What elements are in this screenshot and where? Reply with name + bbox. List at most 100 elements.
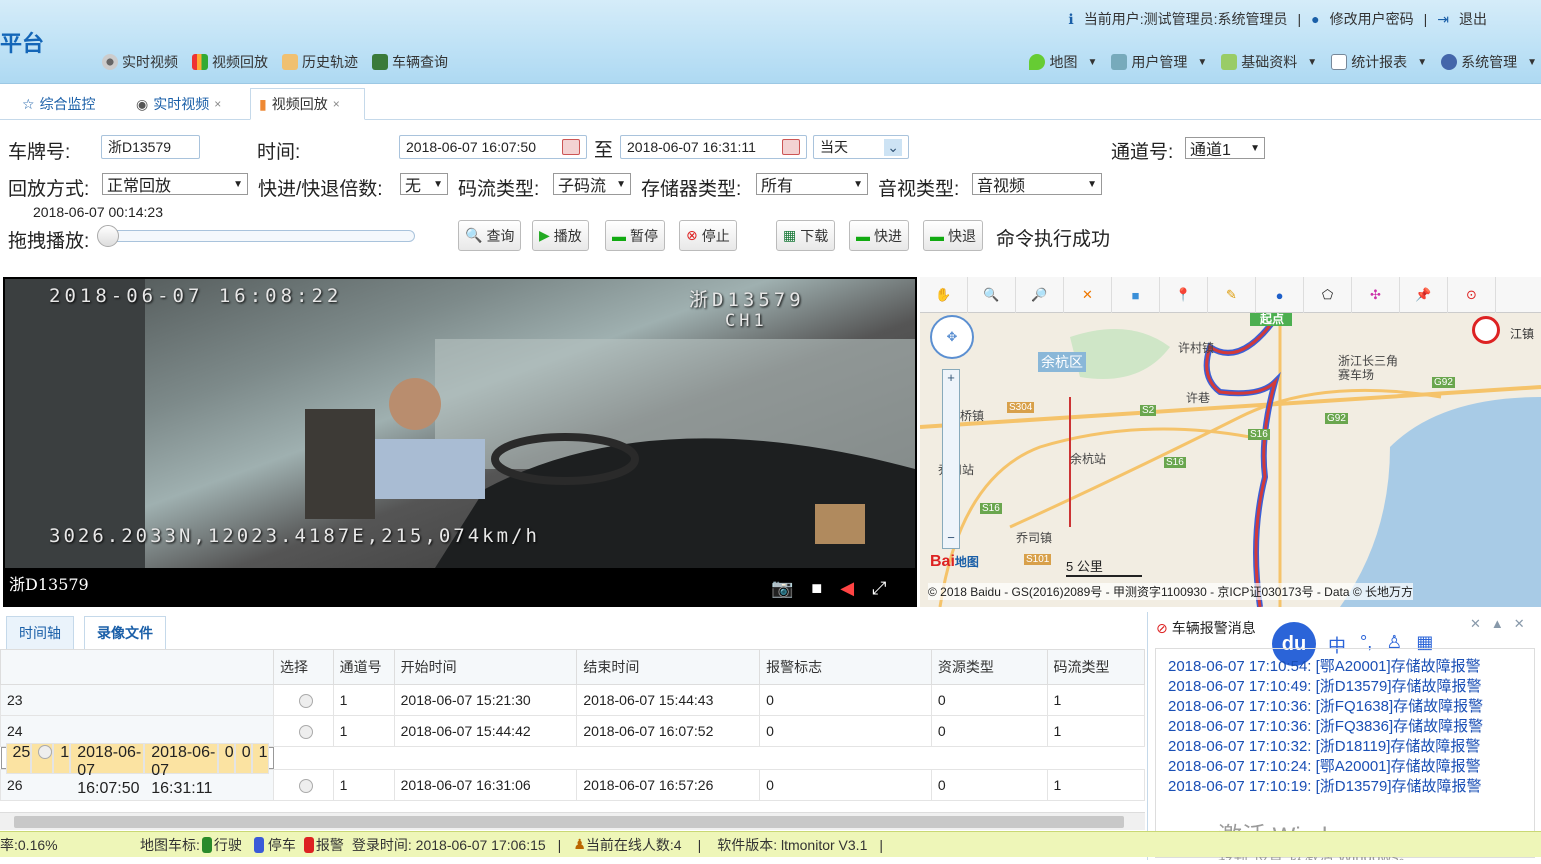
collapse-icon[interactable]: ▲ — [1491, 616, 1504, 632]
pin-icon[interactable]: 📌 — [1400, 277, 1448, 313]
hand-pan-icon[interactable]: ✋ — [920, 277, 968, 313]
column-header[interactable]: 结束时间 — [576, 649, 761, 685]
tab-record-files[interactable]: 录像文件 — [84, 616, 166, 649]
alarm-entry[interactable]: 2018-06-07 17:10:19: [浙D13579]存储故障报警 — [1168, 777, 1534, 797]
av-type-select[interactable]: 音视频 ▼ — [972, 173, 1102, 195]
tab-overview[interactable]: ☆ 综合监控 — [14, 88, 126, 120]
nav-video-playback[interactable]: 视频回放 — [192, 52, 268, 72]
close-icon[interactable]: × — [333, 97, 340, 111]
column-header[interactable]: 通道号 — [332, 649, 395, 685]
row-radio[interactable] — [273, 684, 334, 716]
zoom-in-tool-icon[interactable]: 🔎 — [1016, 277, 1064, 313]
nav-stats-report[interactable]: 统计报表 ▼ — [1331, 52, 1427, 72]
end-time-input[interactable]: 2018-06-07 16:31:11 — [620, 135, 807, 159]
camera-icon[interactable]: 📷 — [771, 578, 793, 599]
measure-icon[interactable]: ✕ — [1064, 277, 1112, 313]
query-button[interactable]: 🔍 查询 — [458, 220, 522, 251]
forward-button[interactable]: ▬ 快进 — [849, 220, 909, 251]
truck-icon — [372, 54, 388, 70]
alarm-entry[interactable]: 2018-06-07 17:10:36: [浙FQ1638]存储故障报警 — [1168, 697, 1534, 717]
drag-slider[interactable] — [97, 225, 415, 247]
nav-vehicle-query[interactable]: 车辆查询 — [372, 52, 448, 72]
nav-realtime-video[interactable]: 实时视频 — [102, 52, 178, 72]
tab-timeline[interactable]: 时间轴 — [6, 616, 74, 649]
nav-history-track[interactable]: 历史轨迹 — [282, 52, 358, 72]
column-header[interactable]: 报警标志 — [759, 649, 932, 685]
channel-select[interactable]: 通道1 ▼ — [1185, 137, 1265, 159]
mute-icon[interactable]: ◀ — [840, 578, 854, 599]
fullscreen-icon[interactable]: ⤢ — [872, 578, 886, 599]
end-time-cell: 2018-06-07 16:31:11 — [144, 742, 218, 797]
horizontal-scrollbar[interactable] — [0, 812, 1145, 830]
speed-select[interactable]: 无 ▼ — [400, 173, 448, 195]
stream-select[interactable]: 子码流 ▼ — [553, 173, 631, 195]
alarm-entry[interactable]: 2018-06-07 17:10:49: [浙D13579]存储故障报警 — [1168, 677, 1534, 697]
alarm-entry[interactable]: 2018-06-07 17:10:24: [鄂A20001]存储故障报警 — [1168, 757, 1534, 777]
chevron-down-icon: ▼ — [1250, 142, 1260, 154]
legend-moving: 行驶 — [213, 836, 242, 853]
change-password-link[interactable]: 修改用户密码 — [1330, 9, 1414, 29]
zoom-slider[interactable]: + − — [942, 369, 960, 549]
status-bar: 率:0.16% 地图车标: 行驶 停车 报警 登录时间: 2018-06-07 … — [0, 831, 1541, 857]
row-radio[interactable] — [273, 715, 334, 747]
rewind-button[interactable]: ▬ 快退 — [923, 220, 983, 251]
start-time-cell: 2018-06-07 15:21:30 — [393, 684, 578, 716]
nav-map[interactable]: 地图 ▼ — [1029, 52, 1097, 72]
column-header[interactable]: 选择 — [273, 649, 334, 685]
record-button[interactable] — [1472, 316, 1500, 344]
playback-mode-select[interactable]: 正常回放 ▼ — [102, 173, 248, 195]
nav-system-manage[interactable]: 系统管理 ▼ — [1441, 52, 1537, 72]
route-icon[interactable]: ✣ — [1352, 277, 1400, 313]
row-radio[interactable] — [273, 769, 334, 801]
map-panel[interactable]: 起点 余杭区 许村镇 许巷 浙江长三角 赛车场 余杭站 乔司站 乔司镇 桥镇 S… — [920, 277, 1541, 607]
alarm-entry[interactable]: 2018-06-07 17:10:36: [浙FQ3836]存储故障报警 — [1168, 717, 1534, 737]
radio-button[interactable] — [299, 779, 314, 794]
download-button[interactable]: ▦ 下载 — [776, 220, 836, 251]
range-select[interactable]: 当天 ⌄ — [813, 135, 909, 159]
zoom-in-icon[interactable]: + — [943, 370, 959, 388]
column-header[interactable]: 资源类型 — [930, 649, 1048, 685]
query-label: 查询 — [486, 227, 515, 244]
rectangle-icon[interactable]: ■ — [1112, 277, 1160, 313]
start-time-input[interactable]: 2018-06-07 16:07:50 — [399, 135, 587, 159]
calendar-icon[interactable] — [562, 139, 580, 155]
close-icon[interactable]: ✕ — [1470, 616, 1481, 632]
row-radio[interactable] — [31, 742, 54, 774]
polygon-icon[interactable]: ⬠ — [1304, 277, 1352, 313]
download-label: 下载 — [800, 227, 829, 244]
zoom-out-icon[interactable]: − — [943, 530, 959, 548]
alarm-entry[interactable]: 2018-06-07 17:10:32: [浙D18119]存储故障报警 — [1168, 737, 1534, 757]
storage-select[interactable]: 所有 ▼ — [756, 173, 868, 195]
stop-button[interactable]: ⊗ 停止 — [679, 220, 737, 251]
calendar-icon[interactable] — [782, 139, 800, 155]
column-header[interactable]: 开始时间 — [393, 649, 578, 685]
stop-square-icon[interactable]: ■ — [811, 578, 822, 599]
pause-button[interactable]: ▬ 暂停 — [605, 220, 665, 251]
circle-icon[interactable]: ● — [1256, 277, 1304, 313]
zoom-out-tool-icon[interactable]: 🔍 — [968, 277, 1016, 313]
record-icon[interactable]: ⊙ — [1448, 277, 1496, 313]
slider-thumb[interactable] — [97, 225, 119, 247]
play-button[interactable]: ▶ 播放 — [532, 220, 589, 251]
nav-basic-data[interactable]: 基础资料 ▼ — [1221, 52, 1317, 72]
nav-user-manage[interactable]: 用户管理 ▼ — [1111, 52, 1207, 72]
map-pin-icon — [1029, 54, 1046, 70]
radio-button[interactable] — [38, 745, 53, 760]
close-icon[interactable]: × — [214, 97, 221, 111]
table-row[interactable]: 25 1 2018-06-07 16:07:50 2018-06-07 16:31:1… — [0, 742, 274, 797]
tab-realtime-video[interactable]: ◉ 实时视频 × — [128, 88, 246, 120]
map-pan-control[interactable]: ✥ — [930, 315, 974, 359]
alarm-entry[interactable]: 2018-06-07 17:10:54: [鄂A20001]存储故障报警 — [1168, 657, 1534, 677]
edit-icon[interactable]: ✎ — [1208, 277, 1256, 313]
radio-button[interactable] — [299, 694, 314, 709]
logout-link[interactable]: 退出 — [1459, 9, 1487, 29]
add-marker-icon[interactable]: 📍 — [1160, 277, 1208, 313]
radio-button[interactable] — [299, 725, 314, 740]
start-time-cell: 2018-06-07 16:31:06 — [393, 769, 578, 801]
table-row[interactable]: 23 1 2018-06-07 15:21:30 2018-06-07 15:44:4… — [0, 684, 1145, 716]
scroll-thumb[interactable] — [14, 816, 1124, 828]
tab-video-playback[interactable]: ▮ 视频回放 × — [250, 88, 365, 120]
plate-input[interactable]: 浙D13579 — [101, 135, 200, 159]
close-icon[interactable]: ✕ — [1514, 616, 1525, 632]
column-header[interactable]: 码流类型 — [1046, 649, 1145, 685]
